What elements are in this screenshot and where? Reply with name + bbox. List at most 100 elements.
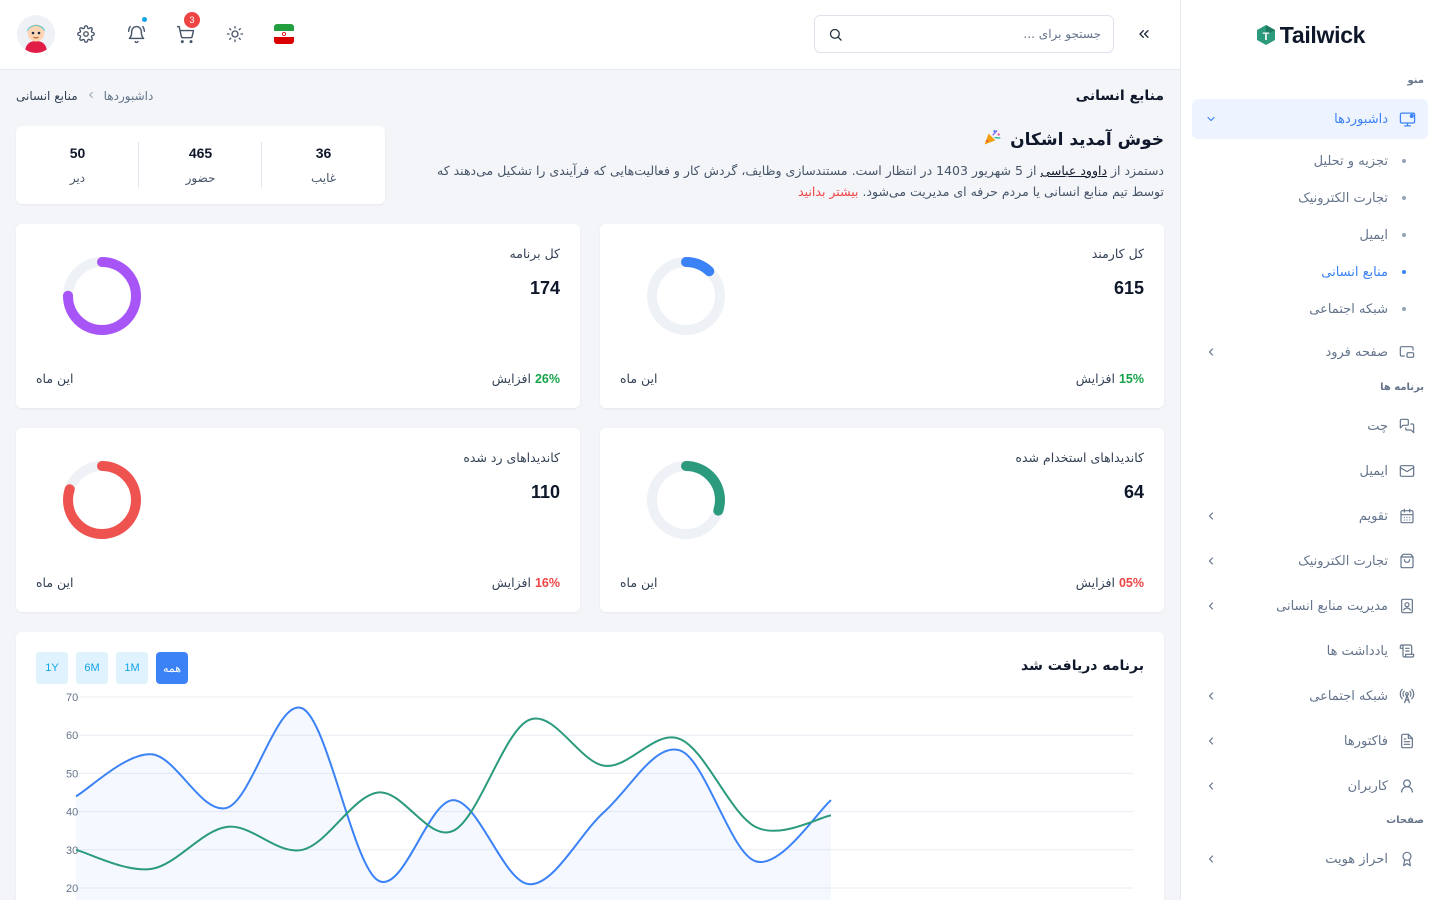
sidebar-subitem-hr[interactable]: منابع انسانی — [1192, 257, 1428, 287]
y-tick-label: 50 — [66, 768, 78, 780]
stat-title: کل کارمند — [1091, 246, 1144, 261]
chevron-left-icon — [1204, 554, 1218, 568]
attendance-summary-card: 36 غایب 465 حضور 50 دیر — [16, 126, 385, 204]
topbar: 3 — [0, 0, 1180, 70]
bell-ring-icon — [127, 25, 145, 43]
language-flag-button[interactable] — [274, 24, 294, 44]
nav-item-auth[interactable]: احراز هویت — [1192, 839, 1428, 879]
sidebar-subitem-social[interactable]: شبکه اجتماعی — [1192, 294, 1428, 324]
stat-change-percent: 26% — [534, 372, 560, 386]
iran-flag-icon — [274, 24, 294, 44]
cart-button[interactable]: 3 — [172, 12, 200, 47]
brand-logo[interactable]: T Tailwick — [1181, 0, 1440, 70]
stat-card-hired-candidates: کاندیداهای استخدام شده 64 05% افزایش این… — [600, 428, 1164, 612]
nav-item-users[interactable]: کاربران — [1192, 766, 1428, 806]
breadcrumb-parent-link[interactable]: داشبوردها — [104, 89, 154, 103]
nav-item-ecommerce[interactable]: تجارت الکترونیک — [1192, 541, 1428, 581]
nav-item-landing[interactable]: صفحه فرود — [1192, 332, 1428, 372]
monitor-dot-icon — [1398, 110, 1416, 128]
apps-section-label: برنامه ها — [1380, 382, 1424, 393]
welcome-heading: خوش آمدید اشکان — [982, 127, 1164, 152]
collapse-sidebar-button[interactable] — [1132, 22, 1156, 46]
scroll-icon — [1398, 642, 1416, 660]
search-input[interactable] — [851, 27, 1101, 41]
stat-change-label: افزایش — [491, 575, 531, 590]
stat-change-label: افزایش — [1075, 575, 1115, 590]
stat-change: 26% افزایش — [492, 371, 560, 386]
picture-in-picture-icon — [1398, 343, 1416, 361]
subitem-label: تجارت الکترونیک — [1298, 190, 1388, 206]
y-tick-label: 60 — [66, 730, 78, 742]
radio-tower-icon — [1398, 687, 1416, 705]
theme-toggle-button[interactable] — [222, 21, 248, 47]
menu-section-label: منو — [1407, 75, 1424, 86]
subitem-label: تجزیه و تحلیل — [1313, 153, 1388, 169]
settings-button[interactable] — [73, 21, 99, 47]
logo-mark-icon: T — [1256, 24, 1276, 46]
gear-icon — [77, 25, 95, 43]
stat-value: 64 — [1123, 482, 1144, 502]
nav-item-hr-management[interactable]: مدیریت منابع انسانی — [1192, 586, 1428, 626]
notification-dot — [141, 16, 148, 23]
svg-text:T: T — [1262, 31, 1269, 43]
nav-item-email[interactable]: ایمیل — [1192, 451, 1428, 491]
subitem-label: ایمیل — [1359, 227, 1388, 243]
stat-change-percent: 16% — [534, 576, 560, 590]
attendance-label: دیر — [69, 171, 86, 185]
nav-item-social[interactable]: شبکه اجتماعی — [1192, 676, 1428, 716]
page-title: منابع انسانی — [1075, 88, 1164, 104]
nav-label-notes: یادداشت ها — [1326, 643, 1388, 659]
nav-item-chat[interactable]: چت — [1192, 406, 1428, 446]
breadcrumb: داشبوردها منابع انسانی — [16, 89, 153, 103]
stat-card-rejected-candidates: کاندیداهای رد شده 110 16% افزایش این ماه — [16, 428, 580, 612]
chevron-left-icon — [1204, 689, 1218, 703]
stat-change-label: افزایش — [1075, 371, 1115, 386]
nav-item-calendar[interactable]: تقویم — [1192, 496, 1428, 536]
chevron-left-icon — [1204, 852, 1218, 866]
stat-title: کاندیداهای رد شده — [463, 450, 560, 465]
stat-value: 174 — [529, 278, 560, 298]
donut-progress-chart — [647, 257, 725, 335]
bullet-dot-icon — [1402, 307, 1406, 311]
bullet-dot-icon — [1402, 196, 1406, 200]
nav-item-dashboards[interactable]: داشبوردها — [1192, 99, 1428, 139]
stat-value: 110 — [530, 482, 560, 502]
stat-change-percent: 05% — [1118, 576, 1144, 590]
nav-label-users: کاربران — [1347, 778, 1388, 794]
mail-icon — [1398, 462, 1416, 480]
sun-icon — [226, 25, 244, 43]
file-text-icon — [1398, 732, 1416, 750]
chat-icon — [1398, 417, 1416, 435]
donut-progress-chart — [63, 257, 141, 335]
award-icon — [1398, 850, 1416, 868]
chevron-left-icon — [1204, 734, 1218, 748]
notifications-button[interactable] — [123, 16, 149, 47]
search-box[interactable] — [814, 15, 1114, 53]
chevron-left-icon — [1204, 509, 1218, 523]
stat-title: کاندیداهای استخدام شده — [1015, 450, 1144, 465]
bullet-dot-icon — [1402, 270, 1406, 274]
attendance-value: 36 — [315, 145, 332, 161]
sidebar-subitem-email[interactable]: ایمیل — [1192, 220, 1428, 250]
nav-label-calendar: تقویم — [1358, 508, 1388, 524]
attendance-present: 465 حضور — [139, 126, 262, 204]
chevron-left-icon — [86, 90, 96, 103]
sidebar: T Tailwick منو داشبوردها تجزیه و تحلیل ت… — [1180, 0, 1440, 900]
nav-label-invoices: فاکتورها — [1343, 733, 1388, 749]
nav-item-invoices[interactable]: فاکتورها — [1192, 721, 1428, 761]
applications-received-chart-card: برنامه دریافت شد 1Y 6M 1M همه 20 30 40 50 60… — [16, 632, 1164, 900]
stat-change: 16% افزایش — [492, 575, 560, 590]
id-card-icon — [1398, 597, 1416, 615]
sidebar-subitem-analytics[interactable]: تجزیه و تحلیل — [1192, 146, 1428, 176]
sidebar-subitem-ecommerce[interactable]: تجارت الکترونیک — [1192, 183, 1428, 213]
stat-change-percent: 15% — [1118, 372, 1144, 386]
nav-item-notes[interactable]: یادداشت ها — [1192, 631, 1428, 671]
employee-name-link[interactable]: داوود عباسی — [1040, 163, 1107, 178]
nav-label-dashboards: داشبوردها — [1334, 111, 1388, 127]
user-avatar[interactable] — [17, 15, 55, 53]
learn-more-link[interactable]: بیشتر بدانید — [798, 184, 858, 199]
breadcrumb-current: منابع انسانی — [16, 89, 78, 103]
calendar-icon — [1398, 507, 1416, 525]
stat-change-label: افزایش — [491, 371, 531, 386]
subitem-label: منابع انسانی — [1321, 264, 1388, 280]
